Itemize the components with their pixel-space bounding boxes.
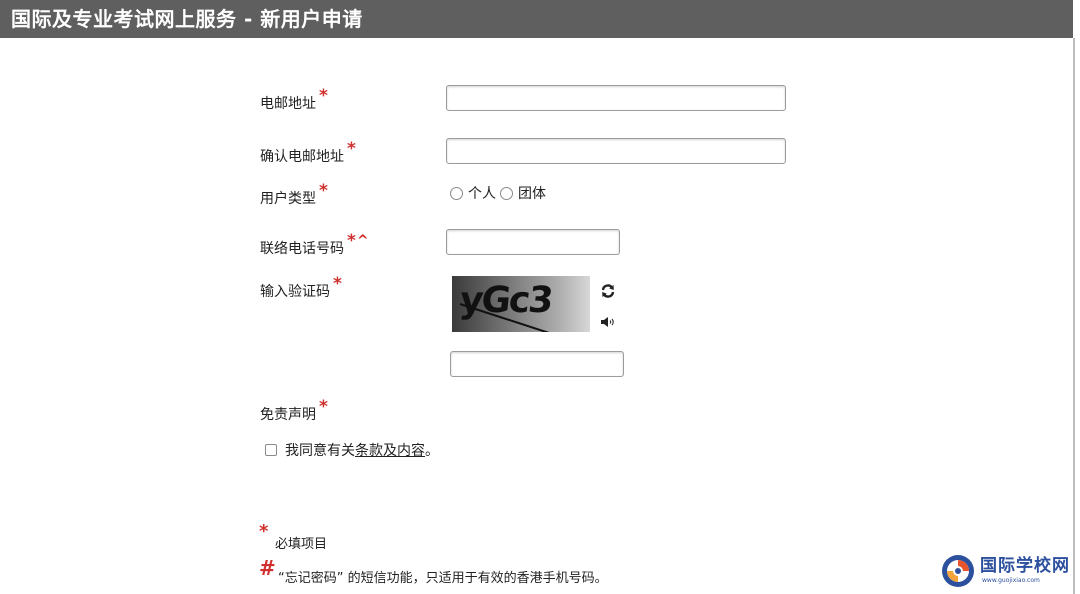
disclaimer-label: 免责声明 * bbox=[260, 397, 328, 424]
page-title: 国际及专业考试网上服务 - 新用户申请 bbox=[0, 0, 1073, 38]
watermark-name: 国际学校网 bbox=[980, 556, 1070, 576]
captcha-image-text: yGc3 bbox=[457, 280, 554, 321]
legend-required-text: 必填项目 bbox=[275, 537, 328, 552]
watermark-url: www.guojixiao.com bbox=[982, 577, 1040, 584]
phone-label-text: 联络电话号码 bbox=[260, 241, 344, 257]
legend-hash-symbol: # bbox=[259, 556, 276, 580]
user-type-options: 个人 团体 bbox=[450, 183, 550, 203]
agree-prefix: 我同意有关 bbox=[285, 443, 355, 459]
required-mark: * bbox=[319, 181, 328, 201]
required-mark: * bbox=[319, 397, 328, 417]
required-mark: * bbox=[333, 274, 342, 294]
phone-input[interactable] bbox=[446, 229, 620, 255]
confirm-email-label-text: 确认电邮地址 bbox=[260, 149, 344, 165]
watermark-text: 国际学校网 www.guojixiao.com bbox=[980, 558, 1070, 584]
agree-suffix: 。 bbox=[425, 443, 439, 459]
email-label: 电邮地址 * bbox=[260, 86, 328, 113]
captcha-input[interactable] bbox=[450, 351, 624, 377]
legend-required-symbol: * bbox=[259, 521, 269, 542]
agree-checkbox[interactable] bbox=[265, 444, 277, 456]
user-type-option-organization[interactable]: 团体 bbox=[518, 183, 546, 203]
confirm-email-input[interactable] bbox=[446, 138, 786, 164]
speaker-icon[interactable] bbox=[599, 313, 617, 331]
phone-note-mark: ^ bbox=[356, 233, 369, 249]
refresh-icon[interactable] bbox=[599, 282, 617, 300]
terms-link[interactable]: 条款及内容 bbox=[355, 443, 425, 459]
email-input[interactable] bbox=[446, 85, 786, 111]
user-type-label: 用户类型 * bbox=[260, 181, 328, 208]
confirm-email-label: 确认电邮地址 * bbox=[260, 139, 356, 166]
user-type-radio-individual[interactable] bbox=[450, 186, 463, 200]
required-mark: * bbox=[347, 231, 356, 251]
watermark-logo-icon bbox=[942, 555, 974, 587]
user-type-label-text: 用户类型 bbox=[260, 191, 316, 207]
disclaimer-label-text: 免责声明 bbox=[260, 407, 316, 423]
registration-page: 国际及专业考试网上服务 - 新用户申请 电邮地址 * 确认电邮地址 * 用户类型 * … bbox=[0, 0, 1080, 594]
captcha-label: 输入验证码 * bbox=[260, 274, 342, 301]
legend-hash-text: “忘记密码” 的短信功能，只适用于有效的香港手机号码。 bbox=[278, 571, 608, 586]
page-right-border bbox=[1073, 38, 1075, 594]
captcha-label-text: 输入验证码 bbox=[260, 284, 330, 300]
user-type-option-individual[interactable]: 个人 bbox=[468, 183, 496, 203]
required-mark: * bbox=[347, 139, 356, 159]
phone-label: 联络电话号码 *^ bbox=[260, 231, 369, 258]
captcha-image: yGc3 bbox=[452, 276, 590, 332]
user-type-radio-organization[interactable] bbox=[500, 186, 513, 200]
agree-statement: 我同意有关条款及内容。 bbox=[285, 440, 439, 460]
site-watermark: 国际学校网 www.guojixiao.com bbox=[940, 551, 1072, 591]
email-label-text: 电邮地址 bbox=[260, 96, 316, 112]
required-mark: * bbox=[319, 86, 328, 106]
